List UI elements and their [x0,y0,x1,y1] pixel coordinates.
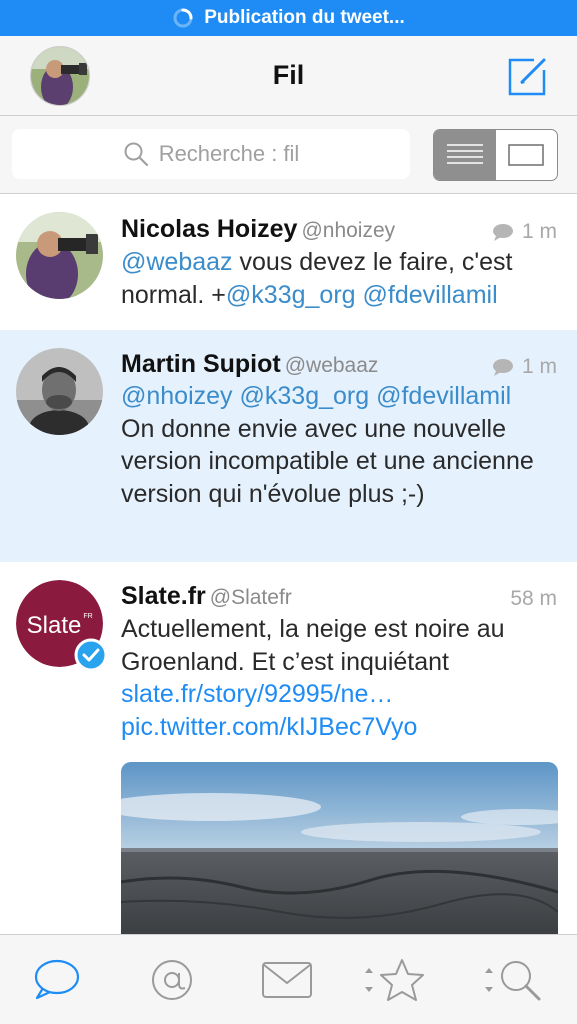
search-icon [485,961,541,1001]
tweet-row[interactable]: Martin Supiot @webaaz 1 m @nhoizey @k33g_… [0,330,577,562]
author-name: Slate.fr [121,582,206,610]
search-icon [124,142,148,167]
tweet-text: @nhoizey @k33g_org @fdevillamil On donne … [121,380,561,510]
search-input[interactable]: Recherche : fil [12,129,410,179]
tweet-media-link[interactable]: pic.twitter.com/kIJBec7Vyo [121,713,417,741]
tweet-row[interactable]: Nicolas Hoizey @nhoizey 1 m @webaaz vous … [0,195,577,330]
tweet-text: @webaaz vous devez le faire, c'est norma… [121,246,561,311]
author-handle: @Slatefr [209,586,292,609]
mention-link[interactable]: @k33g_org [226,281,356,309]
spinner-icon [173,8,193,28]
conversation-icon [492,359,513,376]
slate-logo-text: Slate [27,612,82,639]
tweet-time: 1 m [521,355,557,378]
landscape-image [121,762,558,934]
mention-link[interactable]: @webaaz [121,248,233,276]
tweet-author[interactable]: Nicolas Hoizey @nhoizey [121,215,395,244]
status-text: Publication du tweet... [204,7,405,28]
tweet-meta: 1 m [492,220,557,244]
slate-logo-sup: FR [83,613,92,620]
at-icon [152,960,192,1000]
list-icon [446,144,483,164]
verified-icon [74,638,108,672]
search-row: Recherche : fil [0,116,577,194]
tweet-text-part [356,281,363,309]
tab-messages[interactable] [257,955,317,1005]
search-placeholder: Recherche : fil [158,141,300,166]
conversation-icon [34,959,80,1000]
avatar-image [16,212,103,299]
tweet-text-part: On donne envie avec une nouvelle version… [121,414,534,508]
tweet-text: Actuellement, la neige est noire au Groe… [121,613,561,743]
list-view-button[interactable] [434,130,496,180]
tab-mentions[interactable] [142,955,202,1005]
tweet-meta: 1 m [492,355,557,379]
nav-bar: Fil [0,36,577,116]
author-name: Nicolas Hoizey [121,215,298,243]
tweet-author[interactable]: Slate.fr @Slatefr [121,582,292,611]
tab-bar [0,934,577,1024]
compose-icon [508,58,546,96]
avatar-image [16,348,103,435]
tab-timeline[interactable] [26,955,86,1005]
tab-favorites[interactable] [358,955,428,1005]
star-icon [365,959,424,1001]
tweet-time: 58 m [510,587,557,610]
author-name: Martin Supiot [121,350,281,378]
tweet-text-part: Actuellement, la neige est noire au Groe… [121,615,505,676]
tab-search[interactable] [478,955,548,1005]
mention-link[interactable]: @k33g_org [240,382,370,410]
mail-icon [262,962,312,998]
tweet-author[interactable]: Martin Supiot @webaaz [121,350,378,379]
mention-link[interactable]: @nhoizey [121,382,233,410]
tweet-media-image[interactable] [121,762,558,934]
author-handle: @nhoizey [301,219,396,242]
avatar[interactable] [16,212,103,299]
mention-link[interactable]: @fdevillamil [363,281,498,309]
tweet-link[interactable]: slate.fr/story/92995/ne… [121,680,393,708]
card-view-button[interactable] [496,130,558,180]
mention-link[interactable]: @fdevillamil [376,382,511,410]
conversation-icon [492,224,513,241]
card-icon [508,144,545,166]
author-handle: @webaaz [284,354,379,377]
tweet-time: 1 m [521,220,557,243]
compose-button[interactable] [504,54,550,100]
status-bar: Publication du tweet... [0,0,577,36]
tweet-meta: 58 m [510,587,557,611]
page-title: Fil [272,60,305,90]
avatar[interactable] [16,348,103,435]
view-toggle[interactable] [433,129,558,181]
